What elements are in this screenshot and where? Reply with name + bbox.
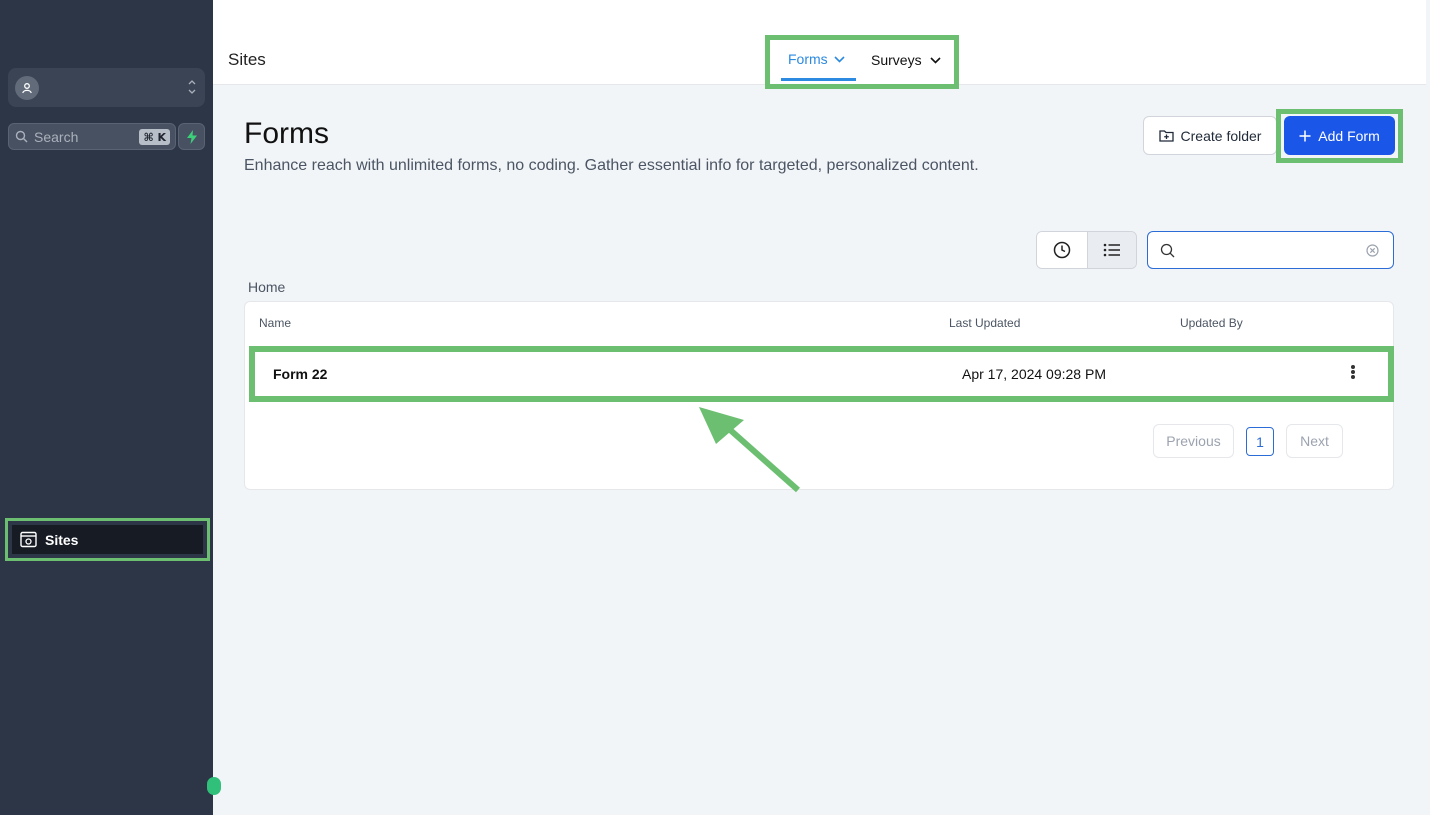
page-number-button[interactable]: 1 xyxy=(1246,427,1274,456)
list-icon xyxy=(1103,243,1121,257)
top-bar: Sites Forms Surveys xyxy=(213,0,1426,89)
chevron-down-icon xyxy=(834,55,845,63)
clear-search-icon[interactable] xyxy=(1366,244,1379,257)
search-icon xyxy=(15,130,28,143)
create-folder-button[interactable]: Create folder xyxy=(1143,116,1277,155)
tab-surveys-label: Surveys xyxy=(871,52,922,68)
previous-page-button[interactable]: Previous xyxy=(1153,424,1234,458)
more-options-icon[interactable] xyxy=(1345,362,1361,382)
sidebar: Search ⌘ K Sites xyxy=(0,0,221,815)
chevron-down-icon xyxy=(930,56,941,64)
user-avatar-icon xyxy=(15,76,39,100)
add-form-label: Add Form xyxy=(1318,127,1380,144)
sidebar-collapse-handle[interactable] xyxy=(207,777,221,795)
form-name[interactable]: Form 22 xyxy=(273,366,327,382)
chevron-up-down-icon xyxy=(187,77,197,97)
search-icon xyxy=(1160,243,1175,258)
column-header-updated-by[interactable]: Updated By xyxy=(1180,316,1243,330)
search-shortcut-badge: ⌘ K xyxy=(139,129,170,145)
active-tab-indicator xyxy=(781,78,856,81)
tab-forms[interactable]: Forms xyxy=(788,51,845,67)
form-last-updated: Apr 17, 2024 09:28 PM xyxy=(962,366,1106,382)
sidebar-item-sites[interactable]: Sites xyxy=(5,518,210,561)
bolt-icon xyxy=(186,129,198,144)
forms-search-input[interactable] xyxy=(1182,240,1362,260)
tab-surveys[interactable]: Surveys xyxy=(871,52,941,68)
forms-search-field[interactable] xyxy=(1147,231,1394,269)
sites-icon xyxy=(20,531,37,548)
plus-icon xyxy=(1299,130,1311,142)
recent-view-button[interactable] xyxy=(1037,232,1087,268)
tab-forms-label: Forms xyxy=(788,51,828,67)
list-view-button[interactable] xyxy=(1086,232,1136,268)
view-toggle xyxy=(1036,231,1137,269)
section-heading: Forms xyxy=(244,117,329,150)
page-title: Sites xyxy=(228,50,266,69)
folder-plus-icon xyxy=(1158,129,1174,142)
account-switcher[interactable] xyxy=(8,68,205,107)
column-header-last-updated[interactable]: Last Updated xyxy=(949,316,1020,330)
next-page-button[interactable]: Next xyxy=(1286,424,1343,458)
create-folder-label: Create folder xyxy=(1180,127,1262,144)
clock-icon xyxy=(1053,241,1071,259)
table-row[interactable]: Form 22 Apr 17, 2024 09:28 PM xyxy=(249,346,1394,402)
sidebar-search-label: Search xyxy=(34,128,79,145)
breadcrumb[interactable]: Home xyxy=(248,279,285,295)
sidebar-search[interactable]: Search ⌘ K xyxy=(8,123,176,150)
quick-action-button[interactable] xyxy=(178,123,205,150)
sidebar-item-label: Sites xyxy=(45,531,79,548)
column-header-name[interactable]: Name xyxy=(259,316,291,330)
forms-table: Name Last Updated Updated By Form 22 Apr… xyxy=(244,301,1394,490)
section-description: Enhance reach with unlimited forms, no c… xyxy=(244,157,979,174)
add-form-button[interactable]: Add Form xyxy=(1284,116,1395,155)
